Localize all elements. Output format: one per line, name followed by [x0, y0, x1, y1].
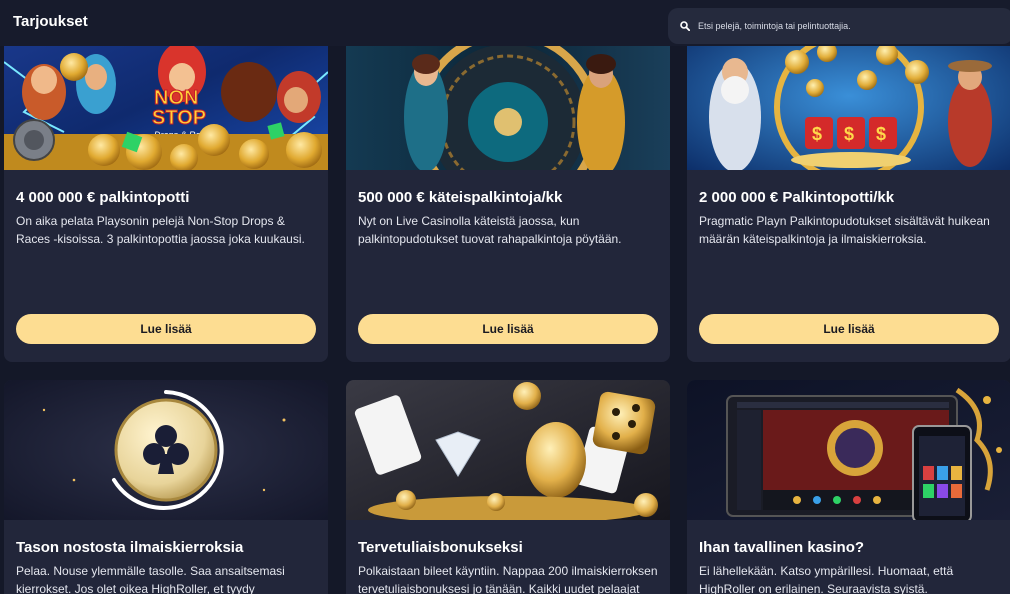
promo-card-ordinary-casino: Ihan tavallinen kasino? Ei lähellekään. … — [687, 380, 1010, 594]
svg-text:STOP: STOP — [152, 107, 206, 129]
promo-banner-image — [346, 380, 670, 520]
svg-text:NON: NON — [154, 87, 198, 109]
promo-card-live-casino-drops: DROPS &WINS 500 000 € käteispalkintoja/k… — [346, 22, 670, 362]
promo-title: 2 000 000 € Palkintopotti/kk — [699, 189, 895, 206]
promo-title: Tason nostosta ilmaiskierroksia — [16, 539, 244, 556]
svg-text:$: $ — [844, 124, 854, 144]
promo-title: 500 000 € käteispalkintoja/kk — [358, 189, 563, 206]
promo-card-non-stop-drops: NON STOP Drops & Races 4 000 000 € palki… — [4, 22, 328, 362]
promo-title: Ihan tavallinen kasino? — [699, 539, 865, 556]
search-icon — [680, 21, 690, 31]
promo-description: Pelaa. Nouse ylemmälle tasolle. Saa ansa… — [16, 564, 285, 594]
promo-title: 4 000 000 € palkintopotti — [16, 189, 190, 206]
promo-description: On aika pelata Playsonin pelejä Non-Stop… — [16, 214, 305, 246]
promo-banner-image — [4, 380, 328, 520]
svg-text:$: $ — [876, 124, 886, 144]
read-more-button[interactable]: Lue lisää — [358, 314, 658, 344]
svg-text:$: $ — [812, 124, 822, 144]
promo-description: Ei lähellekään. Katso ympärillesi. Huoma… — [699, 564, 954, 594]
search-input[interactable]: Etsi pelejä, toimintoja tai pelintuottaj… — [668, 8, 1010, 44]
promo-card-level-up-spins: Tason nostosta ilmaiskierroksia Pelaa. N… — [4, 380, 328, 594]
promo-description: Polkaistaan bileet käyntiin. Nappaa 200 … — [358, 564, 658, 594]
promo-card-pragmatic-drops: $ $ $ DROPS &WINS 2 000 000 € Palkintopo… — [687, 22, 1010, 362]
read-more-button[interactable]: Lue lisää — [699, 314, 999, 344]
search-placeholder: Etsi pelejä, toimintoja tai pelintuottaj… — [698, 21, 851, 31]
promo-card-welcome-bonus: Tervetuliaisbonukseksi Polkaistaan bilee… — [346, 380, 670, 594]
read-more-button[interactable]: Lue lisää — [16, 314, 316, 344]
top-bar: Tarjoukset Etsi pelejä, toimintoja tai p… — [0, 0, 1010, 46]
promo-title: Tervetuliaisbonukseksi — [358, 539, 523, 556]
promo-description: Pragmatic Playn Palkintopudotukset sisäl… — [699, 214, 990, 246]
promo-banner-image — [687, 380, 1010, 520]
page-title: Tarjoukset — [13, 13, 88, 30]
promo-description: Nyt on Live Casinolla käteistä jaossa, k… — [358, 214, 622, 246]
